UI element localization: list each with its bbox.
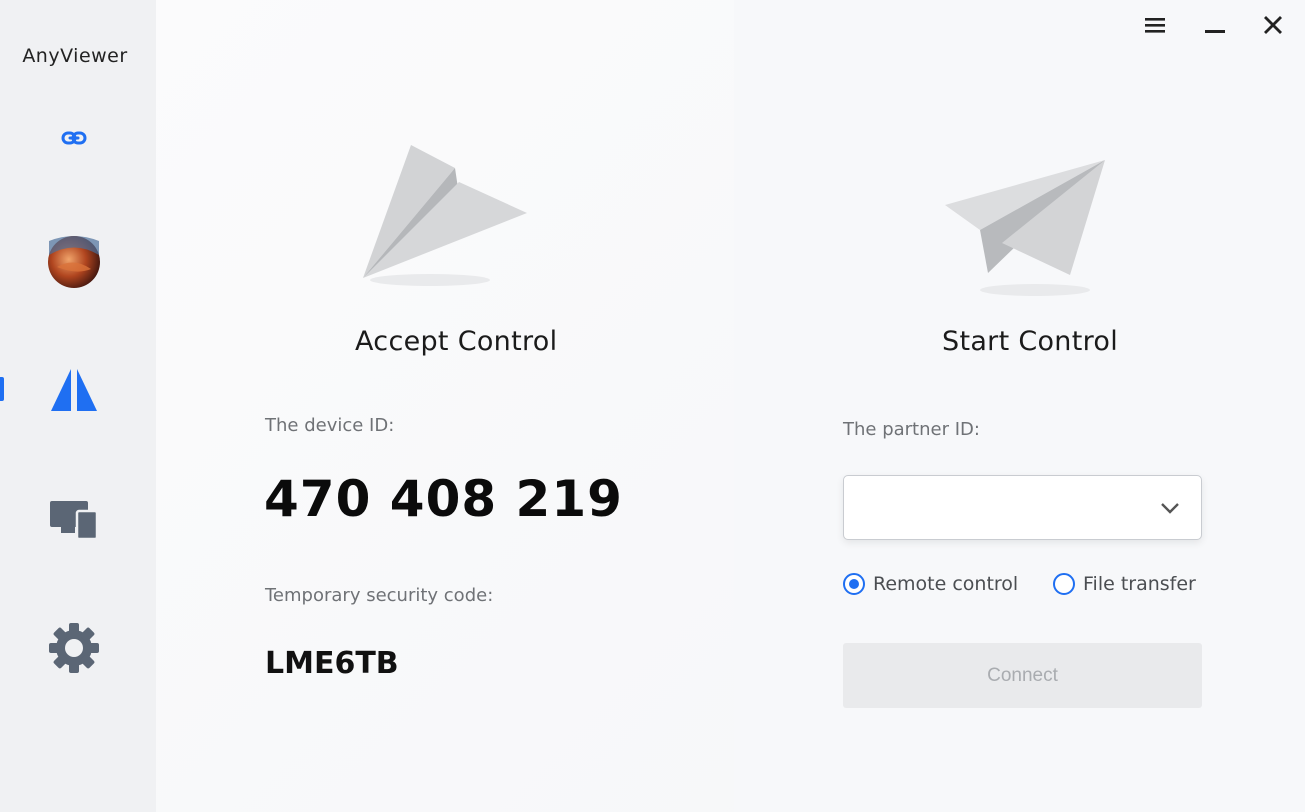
close-button[interactable] <box>1255 10 1291 40</box>
sidebar: AnyViewer <box>0 0 156 812</box>
security-code-value: LME6TB <box>265 646 399 681</box>
accept-control-heading: Accept Control <box>355 326 558 357</box>
start-control-heading: Start Control <box>942 326 1119 357</box>
devices-icon <box>50 501 99 541</box>
radio-label: File transfer <box>1083 573 1196 595</box>
chevron-down-icon[interactable] <box>1159 500 1181 516</box>
paper-plane-illustration <box>945 160 1105 296</box>
device-id-label: The device ID: <box>265 415 395 436</box>
radio-button[interactable] <box>1053 573 1075 595</box>
partner-id-combobox[interactable] <box>843 475 1202 540</box>
security-code-label: Temporary security code: <box>265 585 494 606</box>
minimize-icon <box>1205 30 1225 33</box>
sidebar-item-link[interactable] <box>44 108 104 168</box>
partner-id-label: The partner ID: <box>843 419 980 440</box>
device-id-value: 470 408 219 <box>264 470 623 528</box>
radio-file-transfer[interactable]: File transfer <box>1053 573 1196 595</box>
radio-label: Remote control <box>873 573 1019 595</box>
sidebar-item-settings[interactable] <box>44 618 104 678</box>
radio-button-checked[interactable] <box>843 573 865 595</box>
menu-button[interactable] <box>1137 10 1173 40</box>
radio-remote-control[interactable]: Remote control <box>843 573 1018 595</box>
connection-icon <box>51 369 97 411</box>
sidebar-item-connection[interactable] <box>44 360 104 420</box>
sidebar-item-account[interactable] <box>44 232 104 292</box>
link-icon <box>61 131 87 145</box>
menu-icon <box>1145 18 1165 33</box>
sidebar-item-devices[interactable] <box>44 488 104 548</box>
connect-button[interactable]: Connect <box>843 643 1202 708</box>
minimize-button[interactable] <box>1197 10 1233 40</box>
avatar <box>48 236 100 288</box>
close-icon <box>1264 16 1282 34</box>
gear-icon <box>49 623 99 673</box>
active-indicator <box>0 377 4 401</box>
app-title: AnyViewer <box>22 45 128 67</box>
paper-plane-illustration <box>363 145 527 286</box>
